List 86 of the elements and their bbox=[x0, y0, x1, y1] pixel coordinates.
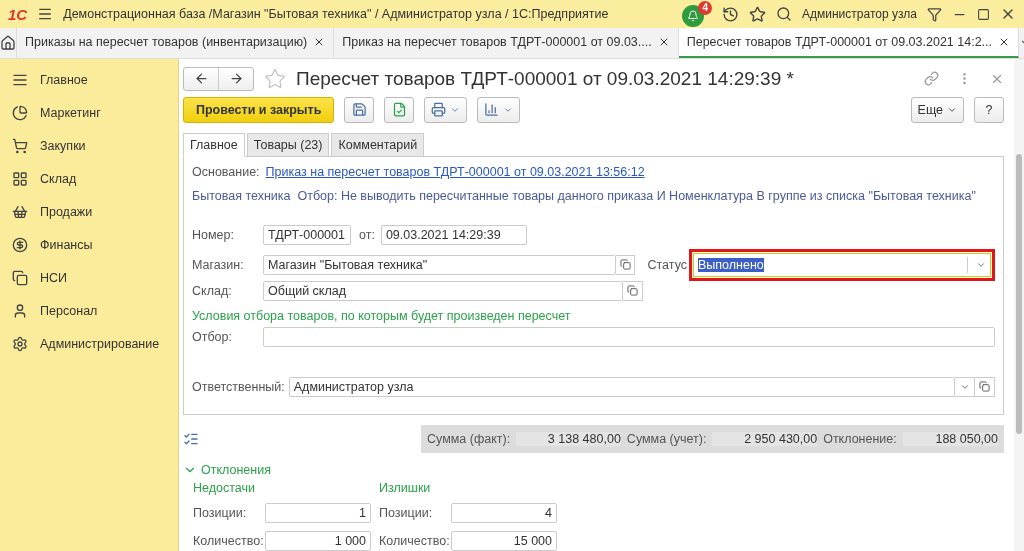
field-label: Количество: bbox=[193, 534, 265, 548]
filter-field[interactable] bbox=[263, 326, 995, 347]
number-field[interactable]: ТДРТ-000001 bbox=[263, 224, 351, 245]
sidebar-item[interactable]: Главное bbox=[0, 63, 178, 96]
person-icon bbox=[12, 302, 28, 319]
warehouse-field[interactable]: Общий склад bbox=[263, 280, 623, 301]
notification-count: 4 bbox=[698, 1, 713, 15]
field-label: Основание: bbox=[192, 164, 260, 179]
pie-chart-icon bbox=[12, 104, 28, 121]
sidebar-item[interactable]: НСИ bbox=[0, 261, 178, 294]
save-button[interactable] bbox=[344, 96, 375, 123]
checklist-icon[interactable] bbox=[183, 431, 199, 447]
sidebar-item[interactable]: Маркетинг bbox=[0, 96, 178, 129]
open-icon[interactable] bbox=[623, 280, 643, 301]
post-button[interactable] bbox=[384, 96, 415, 123]
number-field[interactable]: 4 bbox=[451, 503, 557, 523]
form-tab[interactable]: Товары (23) bbox=[246, 132, 330, 157]
number-field[interactable]: 1 bbox=[265, 503, 371, 523]
filter-info: Бытовая техника Отбор: Не выводить пересчитанные товары данного приказа И Номенклатура В группе из списка "Бытовая техника" bbox=[192, 188, 977, 203]
sidebar-item[interactable]: Финансы bbox=[0, 228, 178, 261]
sidebar-item[interactable]: Закупки bbox=[0, 129, 178, 162]
link-icon[interactable] bbox=[924, 71, 939, 87]
grid-icon bbox=[12, 170, 28, 187]
field-label: Количество: bbox=[379, 534, 451, 548]
basis-link[interactable]: Приказ на пересчет товаров ТДРТ-000001 от 09.03.2021 13:56:12 bbox=[265, 164, 645, 179]
maximize-icon[interactable] bbox=[977, 7, 990, 21]
number-field[interactable]: 1 000 bbox=[265, 531, 371, 551]
form-tab[interactable]: Комментарий bbox=[331, 132, 425, 157]
print-button[interactable] bbox=[424, 96, 468, 123]
search-icon[interactable] bbox=[776, 6, 793, 22]
help-button[interactable]: ? bbox=[974, 96, 1004, 123]
history-icon[interactable] bbox=[722, 5, 740, 23]
total-label: Сумма (факт): bbox=[427, 432, 511, 446]
menu-icon[interactable] bbox=[37, 6, 54, 22]
field-label: Позиции: bbox=[193, 506, 248, 520]
field-label: Номер: bbox=[192, 227, 235, 242]
post-and-close-button[interactable]: Провести и закрыть bbox=[183, 96, 335, 123]
store-field[interactable]: Магазин "Бытовая техника" bbox=[263, 254, 616, 275]
app-logo: 1С bbox=[8, 5, 28, 23]
basket-icon bbox=[12, 203, 28, 220]
field-label: Склад: bbox=[192, 283, 233, 298]
document-check-icon bbox=[391, 102, 407, 118]
more-button[interactable]: Еще bbox=[910, 96, 964, 123]
coin-icon bbox=[12, 236, 28, 253]
responsible-field[interactable]: Администратор узла bbox=[288, 376, 956, 397]
open-icon[interactable] bbox=[615, 254, 636, 275]
user-name[interactable]: Администратор узла bbox=[802, 7, 917, 21]
group-title: Недостачи bbox=[193, 481, 256, 495]
navigation-buttons[interactable] bbox=[183, 66, 254, 91]
star-icon[interactable] bbox=[264, 67, 286, 90]
number-field[interactable]: 15 000 bbox=[451, 531, 557, 551]
scrollbar-thumb[interactable] bbox=[1016, 154, 1022, 434]
total-value: 3 138 480,00 bbox=[516, 432, 621, 446]
field-label: Статус bbox=[647, 257, 687, 272]
form-title: Пересчет товаров ТДРТ-000001 от 09.03.2021 14:29:39 * bbox=[296, 67, 795, 90]
settings-icon bbox=[12, 335, 28, 352]
total-value: 2 950 430,00 bbox=[712, 432, 818, 446]
field-label: Позиции: bbox=[379, 506, 434, 520]
field-label: от: bbox=[359, 227, 375, 242]
sidebar-item[interactable]: Продажи bbox=[0, 195, 178, 228]
group-title: Излишки bbox=[379, 481, 432, 495]
total-label: Сумма (учет): bbox=[626, 432, 707, 446]
sidebar-item[interactable]: Склад bbox=[0, 162, 178, 195]
field-label: Отбор: bbox=[192, 329, 233, 344]
date-field[interactable]: 09.03.2021 14:29:39 bbox=[380, 224, 527, 245]
field-label: Магазин: bbox=[192, 257, 245, 272]
printer-icon bbox=[431, 102, 447, 118]
status-field[interactable]: Выполнено bbox=[693, 252, 991, 277]
sidebar-item[interactable]: Администрирование bbox=[0, 327, 178, 360]
filter-icon[interactable] bbox=[927, 6, 942, 22]
reports-button[interactable] bbox=[477, 96, 521, 123]
documents-icon bbox=[12, 269, 28, 286]
form-tab[interactable]: Главное bbox=[183, 132, 245, 157]
open-icon[interactable] bbox=[975, 376, 995, 397]
bar-chart-icon bbox=[484, 102, 500, 118]
star-icon[interactable] bbox=[749, 5, 767, 23]
sidebar-item[interactable]: Персонал bbox=[0, 294, 178, 327]
window-tab[interactable]: Пересчет товаров ТДРТ-000001 от 09.03.2021 14:2... bbox=[678, 28, 1020, 58]
bell-icon bbox=[687, 10, 700, 22]
status-value: Выполнено bbox=[698, 257, 764, 272]
section-caption: Условия отбора товаров, по которым будет произведен пересчет bbox=[192, 308, 572, 323]
window-title: Демонстрационная база /Магазин "Бытовая техника" / Администратор узла / 1С:Предприятие bbox=[63, 7, 610, 21]
total-label: Отклонение: bbox=[823, 432, 897, 446]
cart-icon bbox=[12, 137, 28, 154]
total-value: 188 050,00 bbox=[902, 432, 998, 446]
field-label: Ответственный: bbox=[192, 379, 285, 394]
